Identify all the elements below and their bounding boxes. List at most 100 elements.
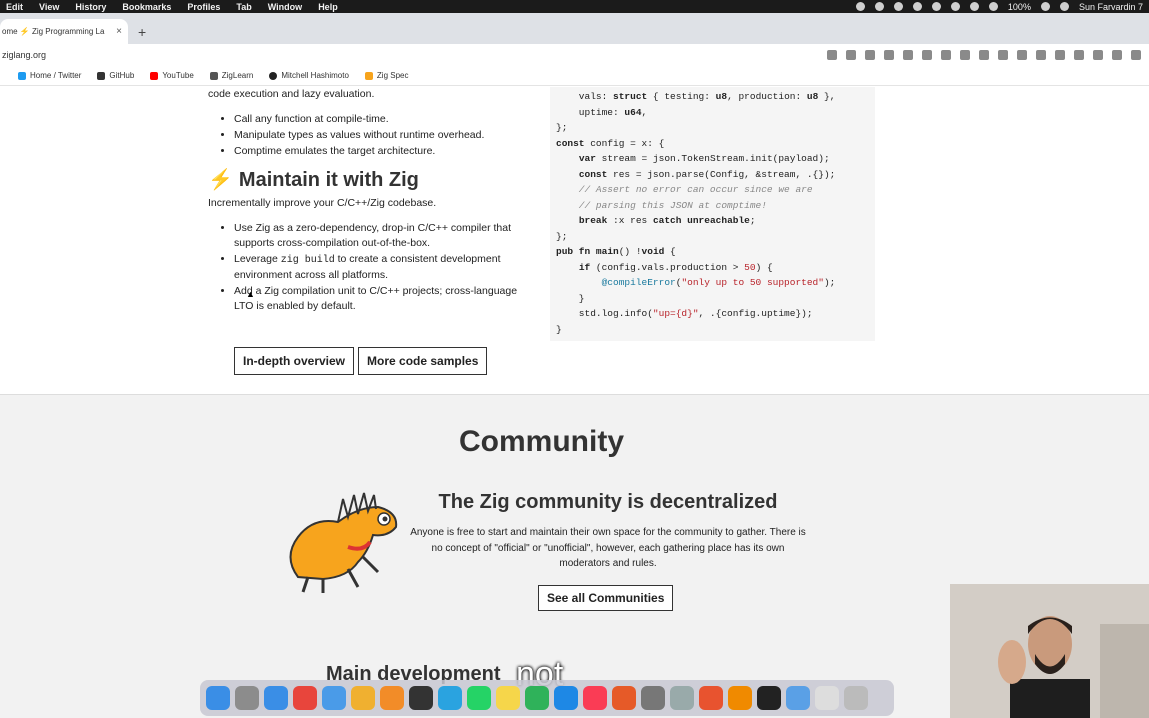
chrome-icon[interactable] [293, 686, 317, 710]
finder-icon[interactable] [206, 686, 230, 710]
vscode-icon[interactable] [554, 686, 578, 710]
discord-icon[interactable] [351, 686, 375, 710]
code-line: if (config.vals.production > 50) { [578, 261, 773, 273]
obs-icon[interactable] [757, 686, 781, 710]
extension-icon[interactable] [1036, 50, 1046, 60]
maintain-heading: ⚡ Maintain it with Zig [208, 169, 538, 191]
url-field[interactable]: ziglang.org [0, 50, 46, 60]
safari-icon[interactable] [264, 686, 288, 710]
status-icon[interactable] [893, 2, 903, 11]
extension-icon[interactable] [1055, 50, 1065, 60]
menu-profiles[interactable]: Profiles [187, 2, 220, 12]
extension-icon[interactable] [865, 50, 875, 60]
features-column: code execution and lazy evaluation. Call… [208, 87, 538, 315]
tab-title: ome ⚡ Zig Programming La [2, 27, 105, 36]
menu-bookmarks[interactable]: Bookmarks [122, 2, 171, 12]
launchpad-icon[interactable] [235, 686, 259, 710]
bookmark-label: Home / Twitter [30, 71, 82, 80]
app-icon[interactable] [815, 686, 839, 710]
settings-icon[interactable] [641, 686, 665, 710]
comptime-list: Call any function at compile-time. Manip… [234, 112, 538, 159]
list-item: Add a Zig compilation unit to C/C++ proj… [234, 284, 538, 314]
status-icon[interactable] [912, 2, 922, 11]
bookmark-youtube[interactable]: YouTube [150, 71, 194, 80]
community-title: Community [459, 425, 624, 458]
bookmark-label: Mitchell Hashimoto [281, 71, 349, 80]
code-comment: // Assert no error can occur since we ar… [556, 184, 813, 195]
menu-window[interactable]: Window [268, 2, 302, 12]
sidebar-icon[interactable] [1112, 50, 1122, 60]
maintain-heading-text: Maintain it with Zig [238, 169, 419, 191]
trash-icon[interactable] [844, 686, 868, 710]
macos-menubar: Edit View History Bookmarks Profiles Tab… [0, 0, 1149, 13]
bookmark-zig-spec[interactable]: Zig Spec [364, 71, 409, 80]
app-icon[interactable] [612, 686, 636, 710]
menu-edit[interactable]: Edit [6, 2, 23, 12]
bookmark-label: YouTube [162, 71, 194, 80]
status-icon[interactable] [988, 2, 998, 11]
app-icon[interactable] [525, 686, 549, 710]
code-line: const config = x: { [556, 137, 665, 149]
app-icon[interactable] [670, 686, 694, 710]
status-area: 100% Sun Farvardin 7 [855, 2, 1149, 12]
status-icon[interactable] [969, 2, 979, 11]
extension-icon[interactable] [998, 50, 1008, 60]
app-icon[interactable] [409, 686, 433, 710]
close-icon[interactable]: × [116, 26, 122, 37]
more-code-samples-button[interactable]: More code samples [358, 347, 488, 375]
extension-icon[interactable] [979, 50, 989, 60]
puzzle-icon[interactable] [1074, 50, 1084, 60]
share-icon[interactable] [827, 50, 837, 60]
extension-icon[interactable] [903, 50, 913, 60]
community-subtitle: The Zig community is decentralized [438, 491, 778, 513]
tab-zig-programming-language[interactable]: ome ⚡ Zig Programming La × [0, 19, 128, 44]
extension-icon[interactable] [922, 50, 932, 60]
bookmark-github[interactable]: GitHub [97, 71, 134, 80]
whatsapp-icon[interactable] [467, 686, 491, 710]
reading-list-icon[interactable] [1093, 50, 1103, 60]
in-depth-overview-button[interactable]: In-depth overview [234, 347, 355, 375]
wifi-icon[interactable] [1040, 2, 1050, 11]
menu-history[interactable]: History [75, 2, 106, 12]
bookmark-label: ZigLearn [221, 71, 254, 80]
text: Leverage [234, 253, 281, 265]
status-icon[interactable] [950, 2, 960, 11]
bookmark-mitchell-hashimoto[interactable]: Mitchell Hashimoto [269, 71, 349, 80]
music-icon[interactable] [583, 686, 607, 710]
star-icon[interactable] [846, 50, 856, 60]
menu-help[interactable]: Help [318, 2, 338, 12]
telegram-icon[interactable] [438, 686, 462, 710]
app-icon[interactable] [699, 686, 723, 710]
mail-icon[interactable] [322, 686, 346, 710]
code-line: vals: struct { testing: u8, production: … [556, 91, 836, 102]
lightning-icon: ⚡ [208, 169, 233, 191]
folder-icon[interactable] [786, 686, 810, 710]
menu-tab[interactable]: Tab [236, 2, 251, 12]
twitter-icon [18, 71, 26, 80]
menu-view[interactable]: View [39, 2, 59, 12]
status-icon[interactable] [874, 2, 884, 11]
status-icon[interactable] [855, 2, 865, 11]
notes-icon[interactable] [496, 686, 520, 710]
presenter-image [950, 584, 1149, 718]
code-line: std.log.info("up={d}", .{config.uptime})… [556, 308, 813, 319]
status-icon[interactable] [931, 2, 941, 11]
browser-tabbar: ome ⚡ Zig Programming La × + [0, 13, 1149, 44]
new-tab-button[interactable]: + [138, 24, 146, 40]
extension-icon[interactable] [941, 50, 951, 60]
profile-icon[interactable] [1131, 50, 1141, 60]
see-all-communities-button[interactable]: See all Communities [538, 585, 674, 611]
avatar-icon [269, 71, 278, 80]
search-icon[interactable] [1059, 2, 1069, 11]
code-line: var stream = json.TokenStream.init(paylo… [578, 153, 830, 164]
bookmark-home-twitter[interactable]: Home / Twitter [18, 71, 81, 80]
battery-percent[interactable]: 100% [1008, 2, 1031, 12]
extension-icon[interactable] [884, 50, 894, 60]
sublime-icon[interactable] [380, 686, 404, 710]
extension-icon[interactable] [1017, 50, 1027, 60]
menubar-clock[interactable]: Sun Farvardin 7 [1079, 2, 1143, 12]
vlc-icon[interactable] [728, 686, 752, 710]
bookmark-ziglearn[interactable]: ZigLearn [209, 71, 254, 80]
list-item: Call any function at compile-time. [234, 112, 538, 127]
extension-icon[interactable] [960, 50, 970, 60]
